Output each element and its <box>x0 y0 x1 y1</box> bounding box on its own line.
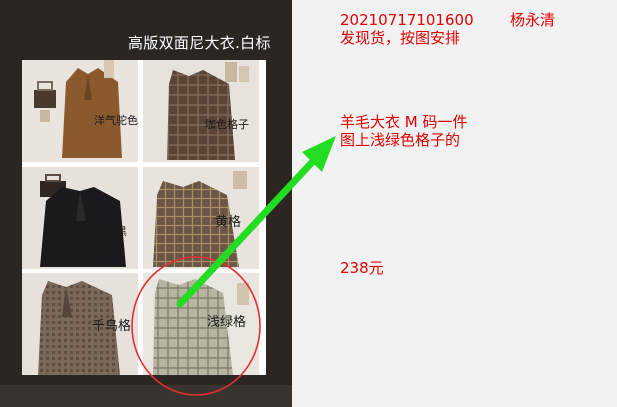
note-line-item: 羊毛大衣 M 码一件 <box>340 113 468 131</box>
coat-photo-grid: 洋气驼色 咖色格子 百搭黑 黄格 千鸟格 浅绿格 <box>22 60 266 375</box>
order-number: 20210717101600 <box>340 11 474 29</box>
cell-label-1: 洋气驼色 <box>94 114 138 127</box>
coat-photo-light-green-check: 浅绿格 <box>143 273 259 375</box>
coat-photo-yellow-check: 黄格 <box>143 167 259 269</box>
product-title: 高版双面尼大衣.白标 <box>128 34 271 52</box>
panel-bottom-strip <box>0 385 292 407</box>
order-note-panel: 20210717101600 杨永清 发现货，按图安排 羊毛大衣 M 码一件 图… <box>292 0 617 407</box>
coat-photo-camel: 洋气驼色 <box>22 60 138 162</box>
cell-label-3: 百搭黑 <box>94 225 127 238</box>
customer-name: 杨永清 <box>510 11 556 29</box>
note-line-color: 图上浅绿色格子的 <box>340 131 461 149</box>
cell-label-6: 浅绿格 <box>207 315 247 330</box>
price: 238元 <box>340 259 384 277</box>
product-image-panel: 高版双面尼大衣.白标 洋气驼色 咖色格子 百搭黑 黄格 千鸟格 浅绿格 <box>0 0 292 407</box>
note-line-ship: 发现货，按图安排 <box>340 29 461 47</box>
coat-photo-houndstooth: 千鸟格 <box>22 273 138 375</box>
cell-label-4: 黄格 <box>215 215 242 230</box>
cell-label-2: 咖色格子 <box>205 118 249 131</box>
coat-photo-brown-check: 咖色格子 <box>143 60 259 162</box>
coat-photo-black: 百搭黑 <box>22 167 138 269</box>
cell-label-5: 千鸟格 <box>92 319 132 334</box>
